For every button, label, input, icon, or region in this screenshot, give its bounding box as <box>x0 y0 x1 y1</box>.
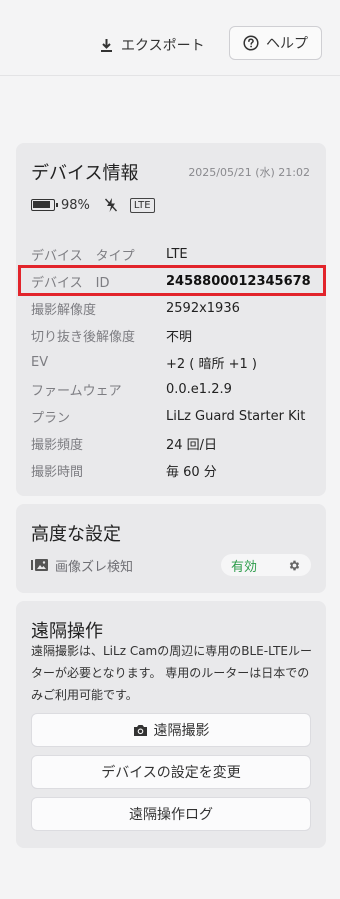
download-icon <box>100 38 113 52</box>
info-row-ev: EV +2 ( 暗所 +1 ) <box>31 349 321 376</box>
setting-label: 画像ズレ検知 <box>55 559 134 575</box>
remote-capture-label: 遠隔撮影 <box>153 723 210 739</box>
device-info-card: デバイス情報 2025/05/21 (水) 21:02 98% LTE デバイス… <box>16 143 326 496</box>
image-gallery-icon <box>31 559 48 571</box>
camera-icon <box>133 724 148 737</box>
advanced-settings-card: 高度な設定 画像ズレ検知 有効 <box>16 504 326 593</box>
info-value: 2592x1936 <box>166 301 240 316</box>
info-value: 0.0.e1.2.9 <box>166 382 232 397</box>
export-label: エクスポート <box>121 38 205 54</box>
info-row-capture-interval: 撮影時間 毎 60 分 <box>31 457 321 484</box>
info-value: 不明 <box>166 330 193 345</box>
image-shift-toggle[interactable]: 有効 <box>221 554 311 576</box>
info-label: 切り抜き後解像度 <box>31 330 136 345</box>
top-bar: エクスポート ヘルプ <box>0 0 340 76</box>
timestamp: 2025/05/21 (水) 21:02 <box>188 166 310 179</box>
battery-percent: 98% <box>61 197 90 213</box>
info-value: 毎 60 分 <box>166 465 217 480</box>
remote-operation-card: 遠隔操作 遠隔撮影は、LiLz Camの周辺に専用のBLE-LTEルーターが必要… <box>16 601 326 848</box>
remote-capture-button[interactable]: 遠隔撮影 <box>31 713 311 747</box>
image-shift-detection-row: 画像ズレ検知 有効 <box>31 554 311 576</box>
flash-off-icon <box>104 197 118 213</box>
info-label: 撮影時間 <box>31 465 84 480</box>
info-label: 撮影頻度 <box>31 438 84 453</box>
remote-description: 遠隔撮影は、LiLz Camの周辺に専用のBLE-LTEルーターが必要となります… <box>31 644 313 702</box>
info-row-device-id: デバイス ID 2458800012345678 <box>18 265 326 296</box>
info-value: LTE <box>166 247 188 262</box>
info-row-resolution: 撮影解像度 2592x1936 <box>31 295 321 322</box>
info-value: 24 回/日 <box>166 438 218 453</box>
gear-icon[interactable] <box>288 559 301 572</box>
change-device-settings-button[interactable]: デバイスの設定を変更 <box>31 755 311 789</box>
info-row-capture-frequency: 撮影頻度 24 回/日 <box>31 430 321 457</box>
info-row-device-type: デバイス タイプ LTE <box>31 241 321 268</box>
battery-icon <box>31 199 58 211</box>
question-circle-icon <box>243 35 259 51</box>
info-value: LiLz Guard Starter Kit <box>166 409 306 424</box>
device-info-table: デバイス タイプ LTE デバイス ID 2458800012345678 撮影… <box>18 241 326 484</box>
status-row: 98% LTE <box>31 195 155 215</box>
info-label: プラン <box>31 411 71 426</box>
info-row-plan: プラン LiLz Guard Starter Kit <box>31 403 321 430</box>
info-label: デバイス ID <box>31 276 110 291</box>
remote-operation-log-button[interactable]: 遠隔操作ログ <box>31 797 311 831</box>
help-button[interactable]: ヘルプ <box>229 26 322 60</box>
info-label: デバイス タイプ <box>31 249 135 264</box>
info-row-firmware: ファームウェア 0.0.e1.2.9 <box>31 376 321 403</box>
info-value: 2458800012345678 <box>166 274 311 289</box>
export-button[interactable]: エクスポート <box>100 33 205 57</box>
operation-log-label: 遠隔操作ログ <box>129 807 213 823</box>
help-label: ヘルプ <box>266 36 308 52</box>
change-settings-label: デバイスの設定を変更 <box>101 765 241 781</box>
info-row-cropped-resolution: 切り抜き後解像度 不明 <box>31 322 321 349</box>
info-label: 撮影解像度 <box>31 303 97 318</box>
info-value: +2 ( 暗所 +1 ) <box>166 357 258 372</box>
advanced-settings-title: 高度な設定 <box>31 524 121 545</box>
info-label: ファームウェア <box>31 384 122 399</box>
info-label: EV <box>31 355 49 370</box>
setting-state: 有効 <box>231 559 258 575</box>
network-badge: LTE <box>129 197 155 213</box>
device-info-title: デバイス情報 <box>31 163 139 184</box>
